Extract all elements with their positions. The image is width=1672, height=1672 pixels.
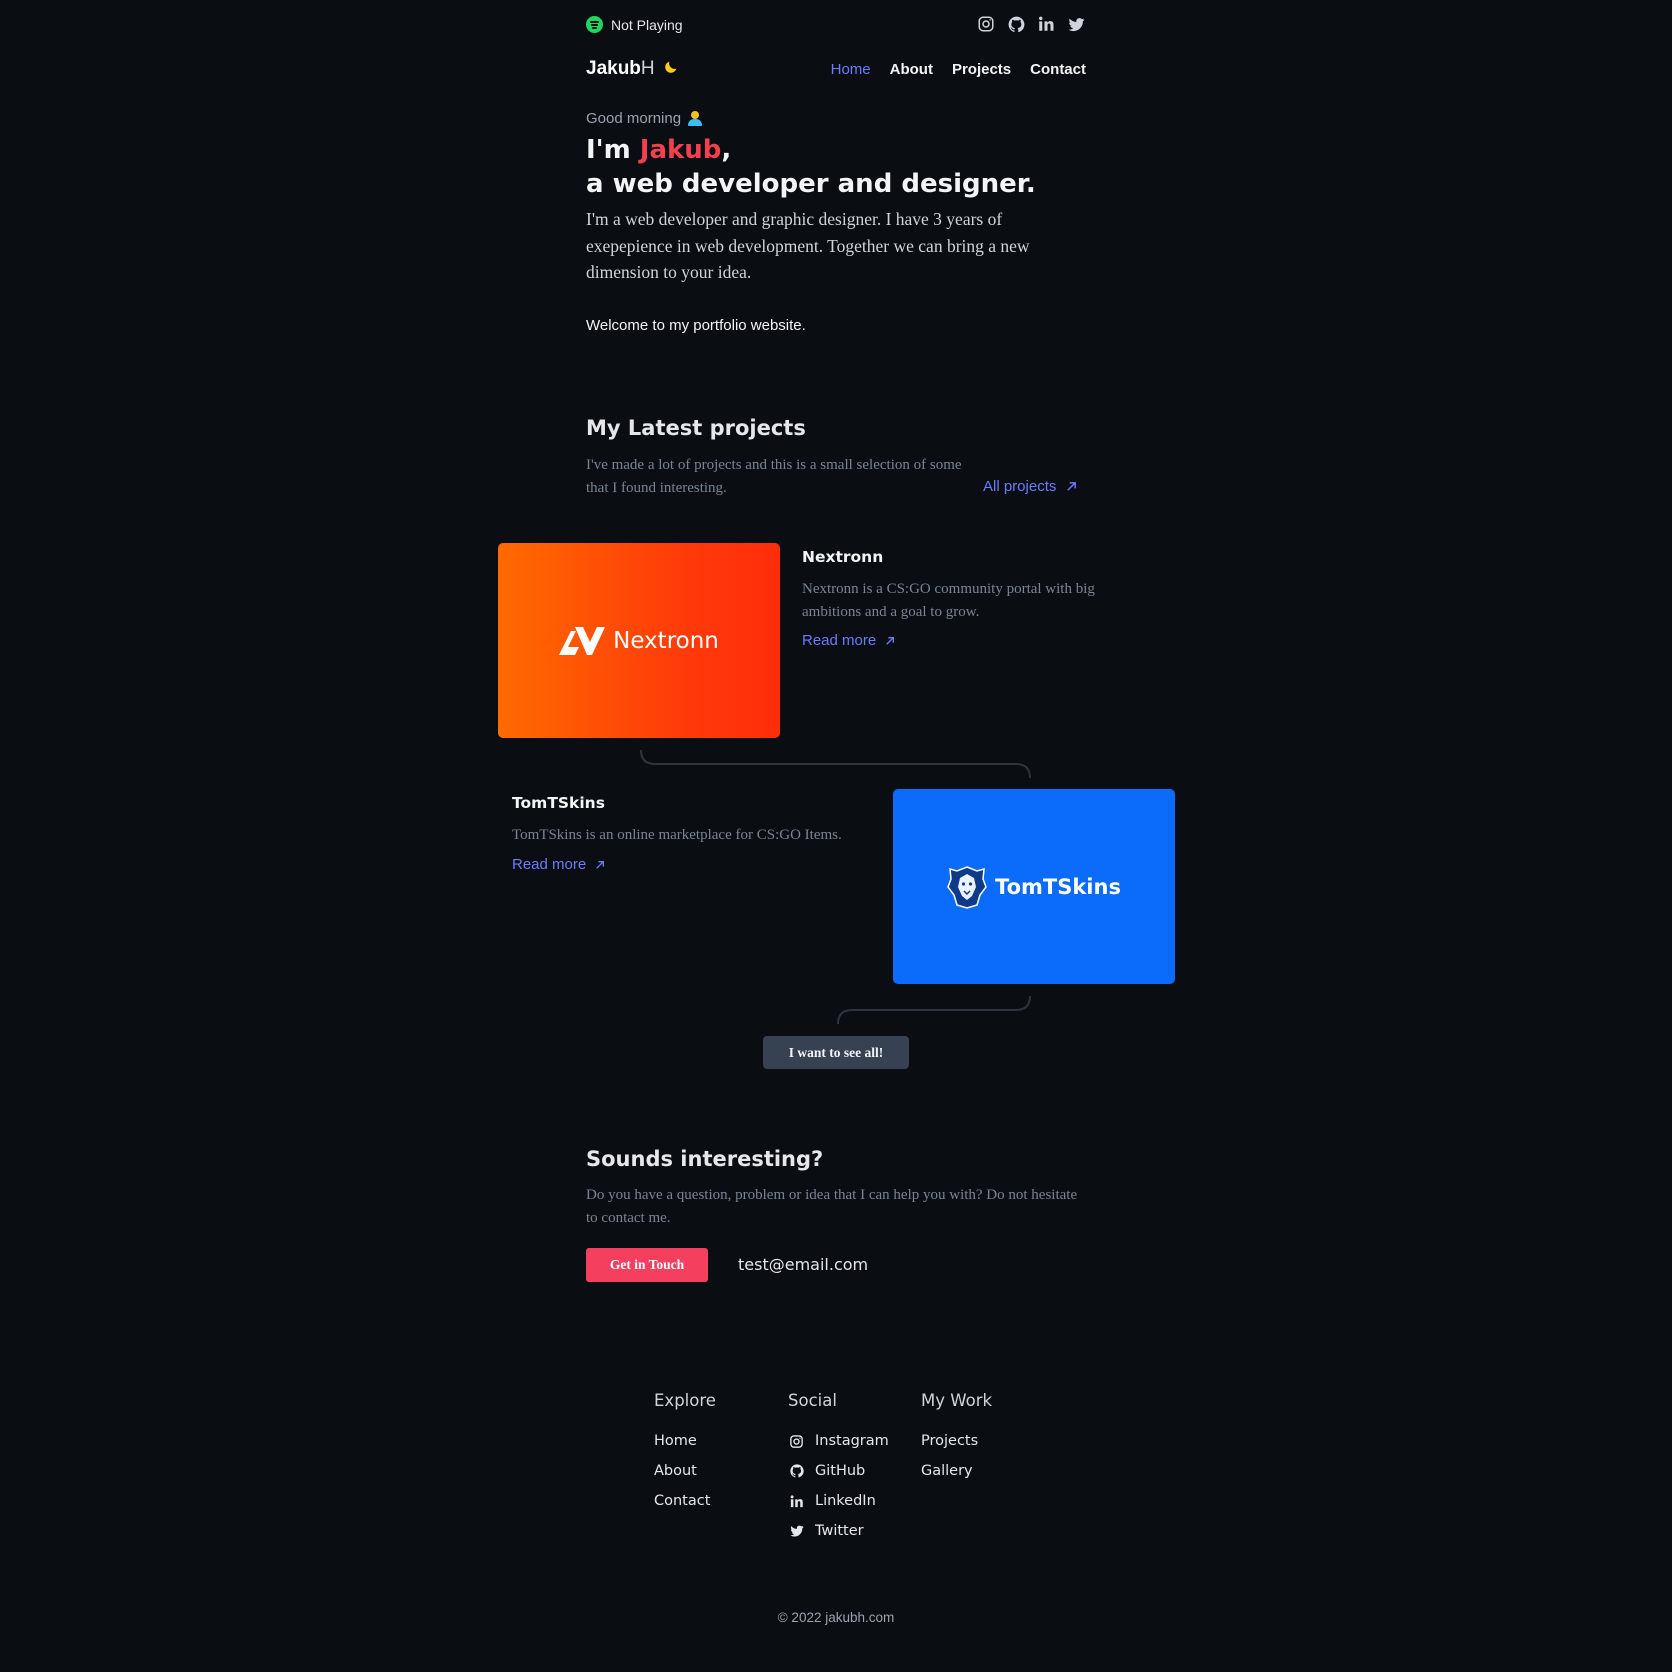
footer-social-heading: Social xyxy=(788,1391,837,1410)
site-logo[interactable]: Jakub H xyxy=(586,58,679,80)
tomtskins-card-image[interactable]: TomTSkins xyxy=(893,789,1175,984)
greeting-text: Good morning xyxy=(586,110,682,127)
nav-link-home[interactable]: Home xyxy=(831,61,871,78)
nav-links: Home About Projects Contact xyxy=(831,61,1086,78)
nav-link-contact[interactable]: Contact xyxy=(1030,61,1086,78)
footer-link-label: Twitter xyxy=(815,1523,864,1539)
instagram-icon[interactable] xyxy=(976,14,996,34)
arrow-up-right-icon xyxy=(886,636,895,645)
spotify-status[interactable]: Not Playing xyxy=(586,16,683,33)
heading-prefix: I'm xyxy=(586,135,640,165)
main-nav: Jakub H Home About Projects Contact xyxy=(586,58,1086,84)
footer-link-twitter[interactable]: Twitter xyxy=(788,1516,889,1546)
get-in-touch-button[interactable]: Get in Touch xyxy=(586,1248,708,1282)
instagram-icon xyxy=(788,1433,805,1450)
project-desc-nextronn: Nextronn is a CS:GO community portal wit… xyxy=(802,581,1095,620)
person-icon xyxy=(687,111,703,126)
nav-link-about[interactable]: About xyxy=(890,61,933,78)
nav-link-projects[interactable]: Projects xyxy=(952,61,1011,78)
read-more-tomtskins[interactable]: Read more xyxy=(512,856,605,873)
hero-heading: I'm Jakub, a web developer and designer. xyxy=(586,133,1036,201)
lion-icon xyxy=(947,865,987,909)
welcome-text: Welcome to my portfolio website. xyxy=(586,317,806,334)
contact-description: Do you have a question, problem or idea … xyxy=(586,1187,1078,1226)
arrow-up-right-icon xyxy=(1067,482,1077,491)
footer-link-instagram[interactable]: Instagram xyxy=(788,1426,889,1456)
footer-link-projects[interactable]: Projects xyxy=(921,1426,992,1456)
tomtskins-logo: TomTSkins xyxy=(947,865,1121,909)
footer-link-label: GitHub xyxy=(815,1463,866,1479)
tomtskins-brand-text: TomTSkins xyxy=(995,874,1121,899)
top-bar: Not Playing xyxy=(586,14,1086,36)
footer-link-github[interactable]: GitHub xyxy=(788,1456,889,1486)
read-more-nextronn[interactable]: Read more xyxy=(802,632,895,649)
copyright: © 2022 jakubh.com xyxy=(777,1610,895,1625)
read-more-label: Read more xyxy=(512,856,587,873)
nextronn-logo: Nextronn xyxy=(559,626,719,655)
heading-name: Jakub xyxy=(639,135,722,165)
footer-link-linkedin[interactable]: LinkedIn xyxy=(788,1486,889,1516)
read-more-label: Read more xyxy=(802,632,877,649)
github-icon xyxy=(788,1463,805,1480)
footer-explore-heading: Explore xyxy=(654,1391,716,1410)
all-projects-label: All projects xyxy=(983,478,1057,495)
arrow-up-right-icon xyxy=(596,860,605,869)
contact-title: Sounds interesting? xyxy=(586,1147,824,1171)
footer-link-contact[interactable]: Contact xyxy=(654,1486,716,1516)
github-icon[interactable] xyxy=(1006,14,1026,34)
footer-link-label: LinkedIn xyxy=(815,1493,876,1509)
footer-social: Social Instagram GitHub LinkedIn Twitter xyxy=(788,1391,889,1546)
footer-work-heading: My Work xyxy=(921,1391,993,1410)
spotify-icon xyxy=(586,16,603,33)
project-title-tomtskins: TomTSkins xyxy=(512,794,605,812)
heading-comma: , xyxy=(721,135,732,165)
footer-explore: Explore Home About Contact xyxy=(654,1391,716,1516)
logo-text-bold: Jakub xyxy=(586,58,641,79)
all-projects-link[interactable]: All projects xyxy=(983,478,1077,495)
nextronn-mark-icon xyxy=(559,626,606,655)
footer-link-home[interactable]: Home xyxy=(654,1426,716,1456)
footer-work: My Work Projects Gallery xyxy=(921,1391,992,1486)
twitter-icon[interactable] xyxy=(1066,14,1086,34)
greeting: Good morning xyxy=(586,110,703,127)
projects-description: I've made a lot of projects and this is … xyxy=(586,457,962,496)
project-desc-tomtskins: TomTSkins is an online marketplace for C… xyxy=(512,827,842,843)
heading-line2: a web developer and designer. xyxy=(586,169,1036,199)
footer-link-about[interactable]: About xyxy=(654,1456,716,1486)
see-all-projects-button[interactable]: I want to see all! xyxy=(763,1036,909,1069)
linkedin-icon[interactable] xyxy=(1036,14,1056,34)
footer-link-label: Instagram xyxy=(815,1433,889,1449)
logo-text-light: H xyxy=(640,58,655,79)
contact-email[interactable]: test@email.com xyxy=(738,1255,868,1274)
hero-intro: I'm a web developer and graphic designer… xyxy=(586,209,1030,282)
twitter-icon xyxy=(788,1523,805,1540)
nextronn-brand-text: Nextronn xyxy=(613,627,719,654)
footer-link-gallery[interactable]: Gallery xyxy=(921,1456,992,1486)
moon-icon[interactable] xyxy=(663,59,679,80)
nextronn-card-image[interactable]: Nextronn xyxy=(498,543,780,738)
spotify-status-text: Not Playing xyxy=(611,16,683,33)
linkedin-icon xyxy=(788,1493,805,1510)
projects-title: My Latest projects xyxy=(586,416,806,440)
project-title-nextronn: Nextronn xyxy=(802,548,884,566)
social-links xyxy=(976,14,1086,34)
